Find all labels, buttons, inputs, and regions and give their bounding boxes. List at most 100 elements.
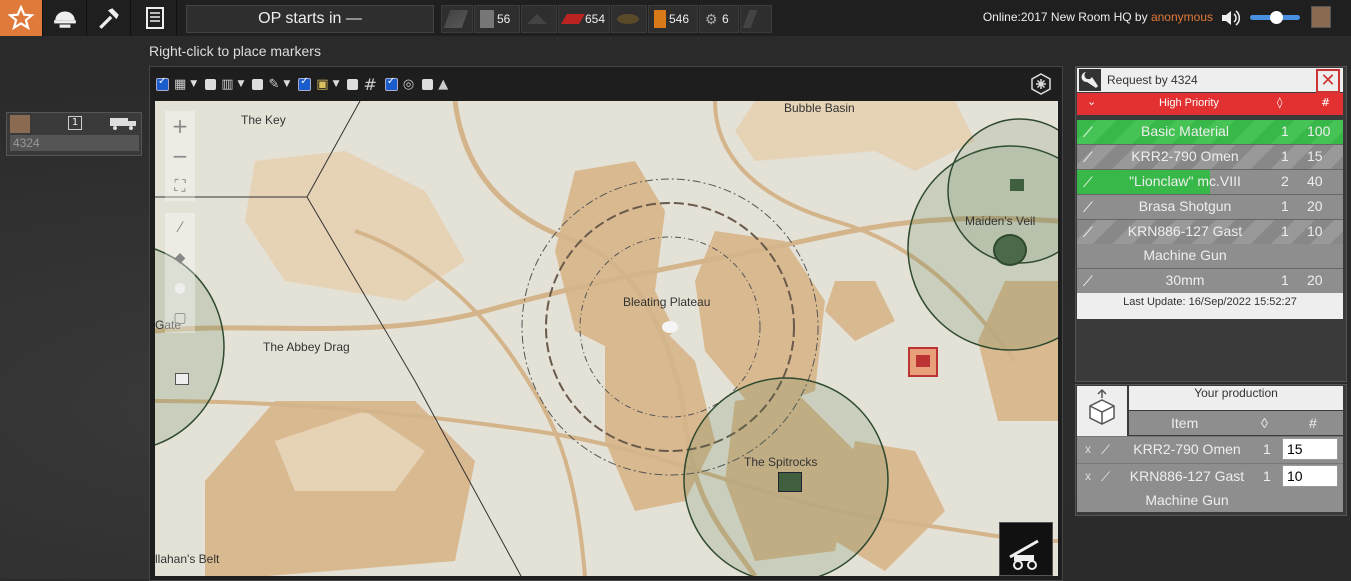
production-amount-input[interactable]: [1282, 438, 1338, 460]
volume-icon[interactable]: [1220, 9, 1240, 27]
priority-header[interactable]: ⌄ High Priority ◊ #: [1077, 93, 1343, 115]
draw-circle-button[interactable]: ●: [165, 273, 195, 303]
item-qty: 1: [1263, 441, 1271, 457]
map-label-bubble-basin: Bubble Basin: [784, 101, 855, 115]
resource-gear-parts: ⚙ 6: [699, 5, 739, 33]
online-info: Online:2017 New Room HQ by anonymous: [983, 10, 1213, 24]
fort-icon[interactable]: [778, 472, 802, 492]
crate-icon: [1077, 386, 1127, 436]
request-row[interactable]: ⟋ Brasa Shotgun 1 20: [1077, 195, 1343, 220]
production-panel: Your production Item ◊ # x ⟋ KRR2-790 Om…: [1075, 384, 1347, 516]
filter-checkbox-grid[interactable]: [347, 78, 359, 90]
remove-icon[interactable]: x: [1085, 469, 1091, 483]
chevron-down-icon[interactable]: ▼: [238, 79, 245, 89]
item-name: 30mm: [1165, 272, 1205, 288]
marker-icon: ▣: [316, 76, 329, 92]
machine-gun-icon: ⟋: [1083, 224, 1093, 240]
user-avatar[interactable]: [1311, 6, 1331, 28]
filter-checkbox-terrain[interactable]: [422, 78, 434, 90]
filter-checkbox-markers[interactable]: [298, 76, 312, 91]
shell-icon: ⟋: [1083, 273, 1093, 289]
document-icon: [146, 7, 164, 29]
star-button[interactable]: [0, 0, 43, 36]
resource-salvage: 56: [474, 5, 520, 33]
fullscreen-button[interactable]: ⛶: [165, 171, 195, 201]
basic-materials-icon: ⟋: [1083, 124, 1093, 140]
count-header: #: [1309, 415, 1317, 431]
player-number: 1: [68, 116, 82, 130]
artillery-icon: [1009, 539, 1039, 570]
item-header: Item: [1171, 415, 1199, 431]
gear-parts-icon: ⚙: [705, 11, 718, 27]
room-owner-link[interactable]: anonymous: [1151, 10, 1213, 24]
op-status: OP starts in —: [186, 5, 434, 33]
chevron-down-icon[interactable]: ▼: [283, 79, 290, 89]
item-name: KRR2-790 Omen: [1133, 441, 1241, 457]
request-row[interactable]: ⟋ KRR2-790 Omen 1 15: [1077, 145, 1343, 170]
heavy-explosive-icon: [617, 14, 639, 24]
draw-polygon-button[interactable]: ◆: [165, 243, 195, 273]
item-qty: 1: [1281, 272, 1289, 288]
chevron-down-icon[interactable]: ⌄: [1087, 95, 1096, 108]
volume-slider[interactable]: [1250, 11, 1300, 24]
item-name: KRN886-127 Gast: [1127, 223, 1243, 239]
helmet-icon: [54, 11, 76, 28]
production-amount-input[interactable]: [1282, 465, 1338, 487]
chevron-down-icon[interactable]: ▼: [333, 79, 340, 89]
draw-rectangle-button[interactable]: ▢: [165, 303, 195, 333]
diesel-icon: [654, 10, 666, 28]
resource-components: [521, 5, 557, 33]
hammer-button[interactable]: [88, 0, 131, 36]
compass-icon[interactable]: [1030, 73, 1052, 95]
last-update: Last Update: 16/Sep/2022 15:52:27: [1077, 293, 1343, 319]
volume-slider-knob[interactable]: [1270, 11, 1283, 24]
notes-button[interactable]: [134, 0, 177, 36]
item-name: KRN886-127 Gast: [1129, 468, 1245, 484]
item-total: 10: [1307, 223, 1323, 239]
player-card[interactable]: 1 4324: [6, 112, 142, 156]
zoom-in-button[interactable]: +: [165, 111, 195, 141]
plateau-relic-icon[interactable]: [662, 321, 678, 333]
item-total: 20: [1307, 272, 1323, 288]
item-total: 15: [1307, 148, 1323, 164]
zoom-out-button[interactable]: −: [165, 141, 195, 171]
online-count: Online:2017: [982, 10, 1048, 24]
rifle-icon: ⟋: [1083, 149, 1093, 165]
item-total: 100: [1307, 123, 1331, 139]
storage-marker-icon[interactable]: [908, 347, 938, 377]
production-header: Item ◊ #: [1129, 411, 1343, 435]
map-toolbar: ▦▼ ▥▼ ✎▼ ▣▼ # ◎ ▲: [150, 67, 1062, 101]
item-qty: 1: [1281, 123, 1289, 139]
close-button[interactable]: ✕: [1316, 69, 1340, 93]
town-hall-icon[interactable]: [993, 234, 1027, 266]
count-header: #: [1321, 96, 1331, 109]
map-terrain: [155, 101, 1058, 576]
map-label-the-spitrocks: The Spitrocks: [744, 455, 818, 469]
crate-icon: ◊: [1261, 415, 1268, 431]
truck-icon: [110, 118, 136, 130]
filter-checkbox-factories[interactable]: [205, 78, 217, 90]
outpost-icon[interactable]: [175, 373, 189, 385]
helmet-button[interactable]: [44, 0, 87, 36]
chevron-down-icon[interactable]: ▼: [190, 79, 197, 89]
request-row[interactable]: ⟋ 30mm 1 20: [1077, 269, 1343, 294]
filter-checkbox-bases[interactable]: [156, 76, 169, 91]
artillery-button[interactable]: [999, 522, 1053, 576]
request-row[interactable]: ⟋ "Lionclaw" mc.VIII 2 40: [1077, 170, 1343, 195]
map-view[interactable]: The Key Bubble Basin Maiden's Veil Gate …: [155, 101, 1058, 576]
smg-icon: ⟋: [1083, 174, 1093, 190]
map-label-the-abbey-drag: The Abbey Drag: [263, 340, 350, 354]
explosive-materials-icon: [561, 14, 585, 24]
filter-checkbox-resources[interactable]: [252, 78, 264, 90]
resource-diesel: 546: [648, 5, 698, 33]
request-header: Request by 4324 ✕: [1077, 68, 1343, 93]
request-row[interactable]: ⟋ Basic Material 1 100: [1077, 120, 1343, 145]
star-icon: [8, 5, 34, 31]
request-row[interactable]: ⟋ KRN886-127 Gast Machine Gun 1 10: [1077, 220, 1343, 269]
map-label-bleating-plateau: Bleating Plateau: [623, 295, 711, 309]
draw-line-button[interactable]: ⁄: [165, 213, 195, 243]
outpost-icon[interactable]: [1010, 179, 1024, 191]
remove-icon[interactable]: x: [1085, 442, 1091, 456]
filter-checkbox-range[interactable]: [384, 76, 398, 91]
terrain-icon: ▲: [438, 76, 449, 92]
